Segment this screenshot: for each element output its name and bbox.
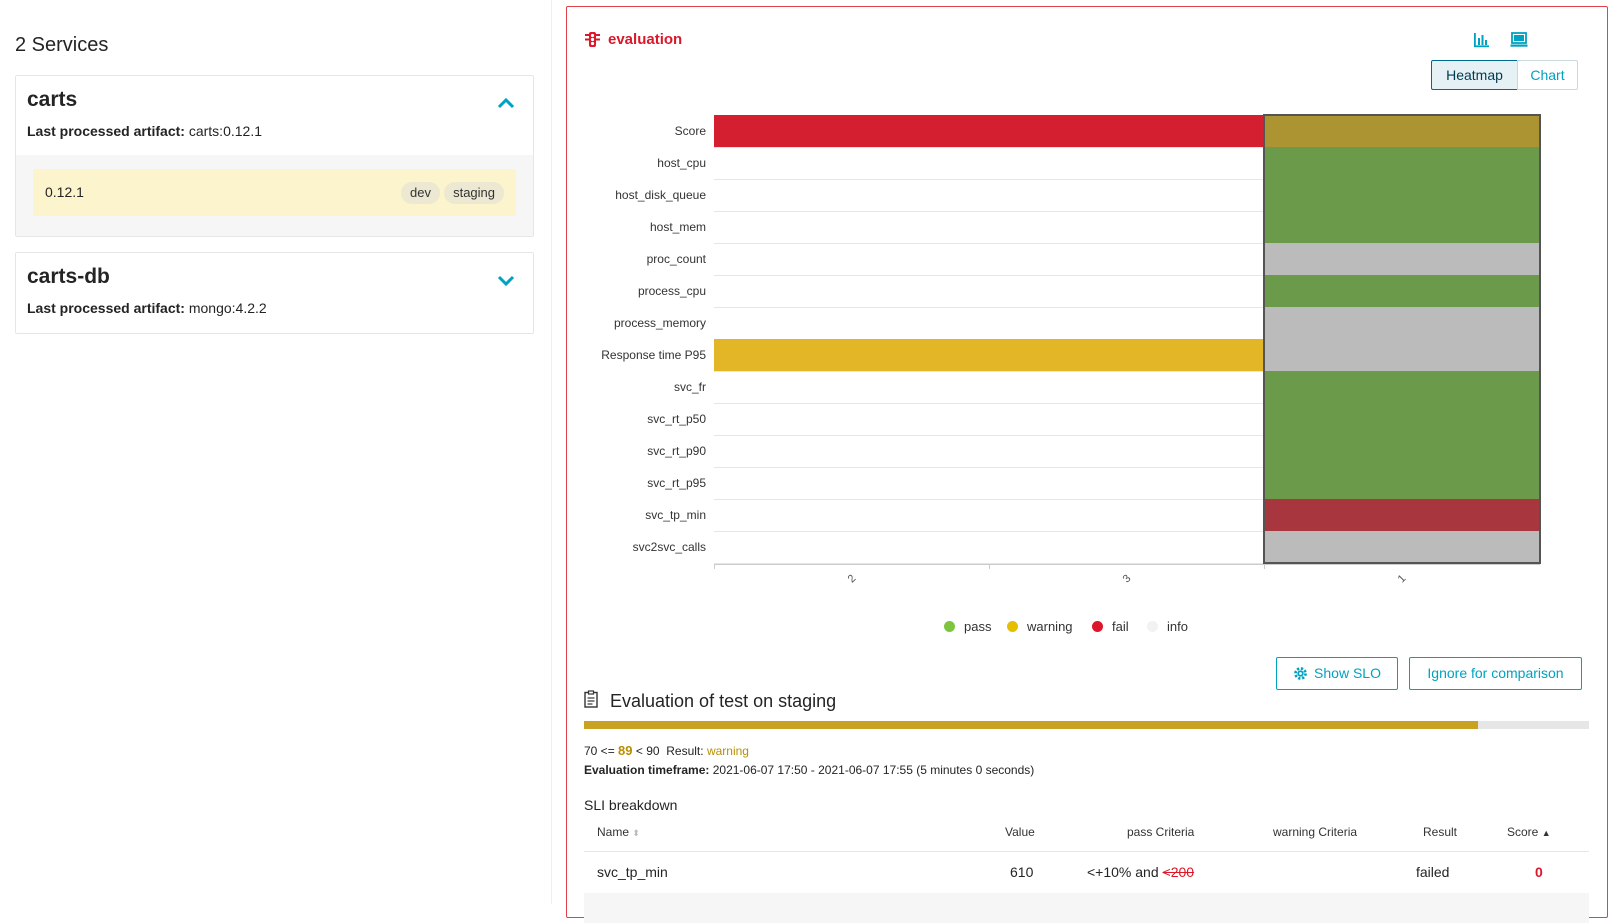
heatmap-row-label: svc_fr — [673, 380, 706, 394]
heatmap-row-label: svc_rt_p50 — [647, 412, 706, 426]
heatmap-cell-warning[interactable] — [714, 339, 990, 371]
legend-label: pass — [964, 619, 992, 634]
table-row — [584, 893, 1589, 923]
legend-item-fail[interactable]: fail — [1092, 619, 1129, 634]
legend-item-pass[interactable]: pass — [944, 619, 991, 634]
pass-criteria-failed: <200 — [1162, 864, 1195, 880]
fail-dot-icon — [1092, 621, 1103, 632]
legend-label: fail — [1112, 619, 1129, 634]
pass-criteria-text: <+10% and — [1087, 864, 1159, 880]
heatmap-cell-warning[interactable] — [989, 339, 1265, 371]
warning-dot-icon — [1007, 621, 1018, 632]
evaluation-timeframe: Evaluation timeframe: 2021-06-07 17:50 -… — [584, 763, 1034, 777]
heatmap-row-label: Response time P95 — [601, 348, 706, 362]
heatmap-row-label: process_cpu — [637, 284, 706, 298]
heatmap-row-label: svc2svc_calls — [632, 540, 706, 554]
heatmap-row-label: process_memory — [613, 316, 706, 330]
gear-icon — [1294, 667, 1307, 680]
header-label: Score — [1507, 825, 1539, 839]
heatmap-column-label[interactable]: 1 — [1396, 573, 1409, 586]
heatmap-x-axis — [714, 564, 1540, 565]
evaluation-test-title: Evaluation of test on staging — [610, 691, 837, 711]
heatmap-x-tick — [714, 564, 715, 569]
service-card-carts-db: carts-db Last processed artifact: mongo:… — [15, 252, 534, 334]
chevron-down-icon[interactable] — [495, 269, 517, 291]
artifact-version: 0.12.1 — [45, 184, 84, 200]
heatmap-row-label: svc_rt_p95 — [647, 476, 706, 490]
column-header-pass-criteria[interactable]: pass Criteria — [1127, 825, 1194, 839]
column-header-name[interactable]: Name ⬍ — [597, 825, 640, 839]
score-value: 89 — [618, 743, 633, 758]
stage-tag-dev[interactable]: dev — [401, 182, 440, 204]
legend-label: info — [1167, 619, 1188, 634]
last-processed-artifact: Last processed artifact: mongo:4.2.2 — [27, 300, 267, 316]
score-progress-bar — [584, 721, 1589, 729]
evaluation-card: evaluation Heatmap Chart Score host_cpu ho… — [566, 6, 1608, 923]
heatmap-column-label[interactable]: 3 — [1120, 573, 1133, 586]
artifact-label: Last processed artifact: — [27, 300, 185, 316]
services-panel: 2 Services carts Last processed artifact… — [0, 0, 552, 904]
range-prefix: 70 <= — [584, 744, 615, 758]
heatmap-x-tick — [1264, 564, 1266, 569]
show-slo-button[interactable]: Show SLO — [1276, 657, 1398, 690]
ignore-for-comparison-button[interactable]: Ignore for comparison — [1409, 657, 1582, 690]
heatmap-column-label[interactable]: 2 — [845, 573, 858, 586]
heatmap-row-label: host_cpu — [657, 156, 706, 170]
clipboard-icon — [584, 690, 598, 708]
sli-name: svc_tp_min — [597, 864, 668, 880]
heatmap-row-label: Score — [674, 124, 706, 138]
heatmap-x-tick — [989, 564, 991, 569]
chevron-up-icon[interactable] — [495, 92, 517, 114]
heatmap-row-label: host_disk_queue — [615, 188, 706, 202]
legend-label: warning — [1027, 619, 1073, 634]
artifact-label: Last processed artifact: — [27, 123, 185, 139]
column-header-result[interactable]: Result — [1423, 825, 1457, 839]
range-suffix: < 90 — [635, 744, 660, 758]
sli-value: 610 — [1010, 864, 1034, 880]
service-card-carts: carts Last processed artifact: carts:0.1… — [15, 75, 534, 237]
header-label: Name — [597, 825, 630, 839]
panel-divider — [551, 0, 552, 904]
sli-result: failed — [1416, 864, 1450, 880]
table-header-divider — [584, 851, 1589, 852]
last-processed-artifact: Last processed artifact: carts:0.12.1 — [27, 123, 262, 139]
services-count-title: 2 Services — [15, 34, 109, 56]
score-range-line: 70 <= 89 < 90 Result: warning — [584, 743, 749, 758]
heatmap-row-label: svc_tp_min — [645, 508, 706, 522]
timeframe-label: Evaluation timeframe: — [584, 763, 710, 777]
result-label: Result: — [666, 744, 704, 758]
artifact-row[interactable]: 0.12.1 dev staging — [33, 169, 516, 216]
show-slo-label: Show SLO — [1314, 665, 1381, 681]
pass-dot-icon — [944, 621, 955, 632]
legend-item-info[interactable]: info — [1147, 619, 1188, 634]
sort-icon: ⬍ — [632, 828, 640, 838]
sort-ascending-icon: ▲ — [1541, 828, 1551, 838]
service-name[interactable]: carts-db — [27, 265, 110, 289]
info-dot-icon — [1147, 621, 1158, 632]
result-value: warning — [706, 744, 749, 758]
selected-column-outline — [1263, 114, 1541, 564]
service-name[interactable]: carts — [27, 88, 77, 112]
column-header-value[interactable]: Value — [1005, 825, 1035, 839]
score-progress-fill — [584, 721, 1479, 729]
sli-breakdown-title: SLI breakdown — [584, 797, 678, 813]
legend-item-warning[interactable]: warning — [1007, 619, 1073, 634]
column-header-score[interactable]: Score ▲ — [1507, 825, 1551, 839]
stage-tag-staging[interactable]: staging — [444, 182, 504, 204]
heatmap-row-label: svc_rt_p90 — [647, 444, 706, 458]
artifact-value: carts:0.12.1 — [188, 123, 262, 139]
sli-pass-criteria: <+10% and <200 — [1087, 864, 1194, 880]
timeframe-value: 2021-06-07 17:50 - 2021-06-07 17:55 (5 m… — [712, 763, 1035, 777]
heatmap-cell-fail[interactable] — [714, 115, 990, 147]
heatmap-row-label: host_mem — [649, 220, 706, 234]
heatmap: Score host_cpu host_disk_queue host_memproc… — [567, 7, 1607, 647]
column-header-warning-criteria[interactable]: warning Criteria — [1273, 825, 1357, 839]
heatmap-cell-fail[interactable] — [989, 115, 1265, 147]
sli-score: 0 — [1535, 864, 1543, 880]
artifact-value: mongo:4.2.2 — [188, 300, 267, 316]
heatmap-row-label: proc_count — [646, 252, 706, 266]
